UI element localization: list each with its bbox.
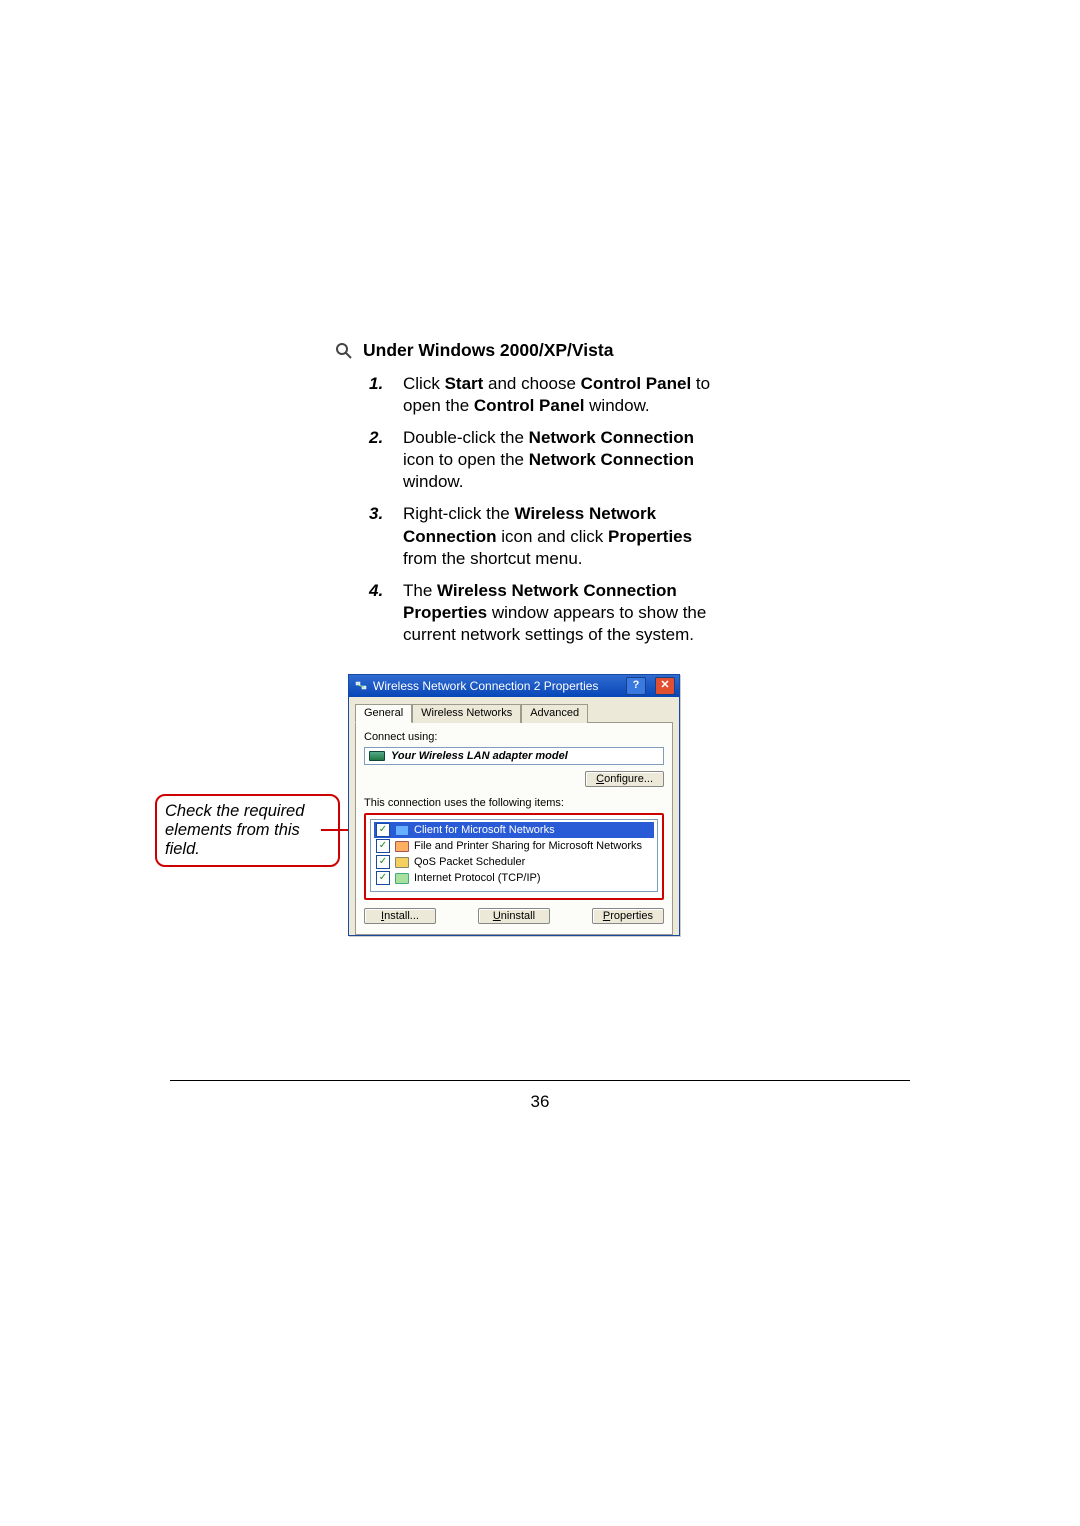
step-1: Click Start and choose Control Panel to … (369, 373, 725, 417)
properties-button[interactable]: Properties (592, 908, 664, 924)
adapter-name: Your Wireless LAN adapter model (391, 750, 568, 762)
callout-box: Check the required elements from this fi… (155, 794, 340, 867)
step-4: The Wireless Network Connection Properti… (369, 580, 725, 646)
tab-strip: General Wireless Networks Advanced (355, 703, 673, 722)
install-button[interactable]: Install... (364, 908, 436, 924)
instruction-list: Click Start and choose Control Panel to … (335, 373, 725, 646)
tab-panel-general: Connect using: Your Wireless LAN adapter… (355, 722, 673, 935)
checkbox-icon[interactable] (376, 871, 390, 885)
titlebar-close-button[interactable]: ✕ (655, 677, 675, 695)
qos-scheduler-icon (395, 856, 409, 868)
list-item[interactable]: File and Printer Sharing for Microsoft N… (374, 838, 654, 854)
list-item[interactable]: QoS Packet Scheduler (374, 854, 654, 870)
item-label: File and Printer Sharing for Microsoft N… (414, 840, 642, 852)
checkbox-icon[interactable] (376, 855, 390, 869)
connection-items-highlight: Client for Microsoft Networks File and P… (364, 813, 664, 900)
connection-items-list[interactable]: Client for Microsoft Networks File and P… (370, 819, 658, 892)
page-number: 36 (0, 1092, 1080, 1112)
footer-rule (170, 1080, 910, 1081)
network-status-icon (355, 680, 367, 692)
item-label: QoS Packet Scheduler (414, 856, 525, 868)
adapter-field[interactable]: Your Wireless LAN adapter model (364, 747, 664, 765)
step-3: Right-click the Wireless Network Connect… (369, 503, 725, 569)
dialog-title: Wireless Network Connection 2 Properties (373, 679, 620, 693)
tab-advanced[interactable]: Advanced (521, 704, 588, 723)
section-heading: Under Windows 2000/XP/Vista (363, 340, 613, 361)
network-card-icon (369, 750, 385, 762)
uninstall-button[interactable]: Uninstall (478, 908, 550, 924)
tcp-ip-icon (395, 872, 409, 884)
properties-dialog: Wireless Network Connection 2 Properties… (348, 674, 680, 936)
checkbox-icon[interactable] (376, 839, 390, 853)
titlebar-help-button[interactable]: ? (626, 677, 646, 695)
tab-wireless-networks[interactable]: Wireless Networks (412, 704, 521, 723)
checkbox-icon[interactable] (376, 823, 390, 837)
list-item[interactable]: Client for Microsoft Networks (374, 822, 654, 838)
dialog-titlebar: Wireless Network Connection 2 Properties… (349, 675, 679, 697)
tab-general[interactable]: General (355, 704, 412, 723)
client-networks-icon (395, 824, 409, 836)
list-item[interactable]: Internet Protocol (TCP/IP) (374, 870, 654, 886)
connect-using-label: Connect using: (364, 731, 664, 743)
file-printer-sharing-icon (395, 840, 409, 852)
configure-button[interactable]: Configure... (585, 771, 664, 787)
item-label: Internet Protocol (TCP/IP) (414, 872, 541, 884)
connection-items-label: This connection uses the following items… (364, 797, 664, 809)
step-2: Double-click the Network Connection icon… (369, 427, 725, 493)
magnifier-icon (335, 342, 353, 360)
item-label: Client for Microsoft Networks (414, 824, 555, 836)
callout-text: Check the required elements from this fi… (165, 802, 304, 858)
